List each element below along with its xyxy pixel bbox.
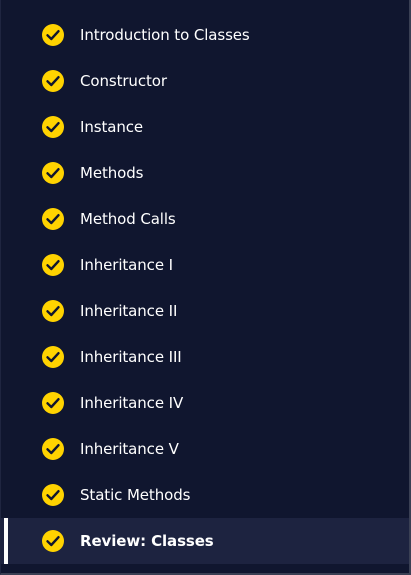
check-circle-icon bbox=[41, 345, 65, 369]
lesson-label: Introduction to Classes bbox=[80, 26, 250, 44]
check-circle-icon bbox=[41, 529, 65, 553]
lesson-item-constructor[interactable]: Constructor bbox=[1, 58, 409, 104]
lesson-label: Review: Classes bbox=[80, 532, 214, 550]
lesson-label: Method Calls bbox=[80, 210, 176, 228]
lesson-list: Introduction to Classes Constructor Inst… bbox=[1, 0, 409, 564]
check-circle-icon bbox=[41, 69, 65, 93]
lesson-item-static-methods[interactable]: Static Methods bbox=[1, 472, 409, 518]
lesson-item-inheritance-i[interactable]: Inheritance I bbox=[1, 242, 409, 288]
check-circle-icon bbox=[41, 115, 65, 139]
check-circle-icon bbox=[41, 23, 65, 47]
lesson-label: Constructor bbox=[80, 72, 167, 90]
lesson-item-method-calls[interactable]: Method Calls bbox=[1, 196, 409, 242]
lesson-navigation-panel: Introduction to Classes Constructor Inst… bbox=[0, 0, 411, 575]
lesson-item-instance[interactable]: Instance bbox=[1, 104, 409, 150]
lesson-item-inheritance-iv[interactable]: Inheritance IV bbox=[1, 380, 409, 426]
lesson-item-inheritance-ii[interactable]: Inheritance II bbox=[1, 288, 409, 334]
lesson-label: Instance bbox=[80, 118, 144, 136]
lesson-label: Inheritance IV bbox=[80, 394, 184, 412]
lesson-label: Static Methods bbox=[80, 486, 191, 504]
check-circle-icon bbox=[41, 207, 65, 231]
lesson-label: Methods bbox=[80, 164, 144, 182]
check-circle-icon bbox=[41, 437, 65, 461]
lesson-label: Inheritance I bbox=[80, 256, 173, 274]
lesson-item-review-classes[interactable]: Review: Classes bbox=[1, 518, 409, 564]
lesson-item-inheritance-v[interactable]: Inheritance V bbox=[1, 426, 409, 472]
check-circle-icon bbox=[41, 391, 65, 415]
check-circle-icon bbox=[41, 161, 65, 185]
lesson-item-inheritance-iii[interactable]: Inheritance III bbox=[1, 334, 409, 380]
check-circle-icon bbox=[41, 253, 65, 277]
lesson-item-introduction-to-classes[interactable]: Introduction to Classes bbox=[1, 12, 409, 58]
check-circle-icon bbox=[41, 299, 65, 323]
lesson-label: Inheritance V bbox=[80, 440, 179, 458]
lesson-label: Inheritance II bbox=[80, 302, 178, 320]
check-circle-icon bbox=[41, 483, 65, 507]
lesson-item-methods[interactable]: Methods bbox=[1, 150, 409, 196]
lesson-label: Inheritance III bbox=[80, 348, 182, 366]
